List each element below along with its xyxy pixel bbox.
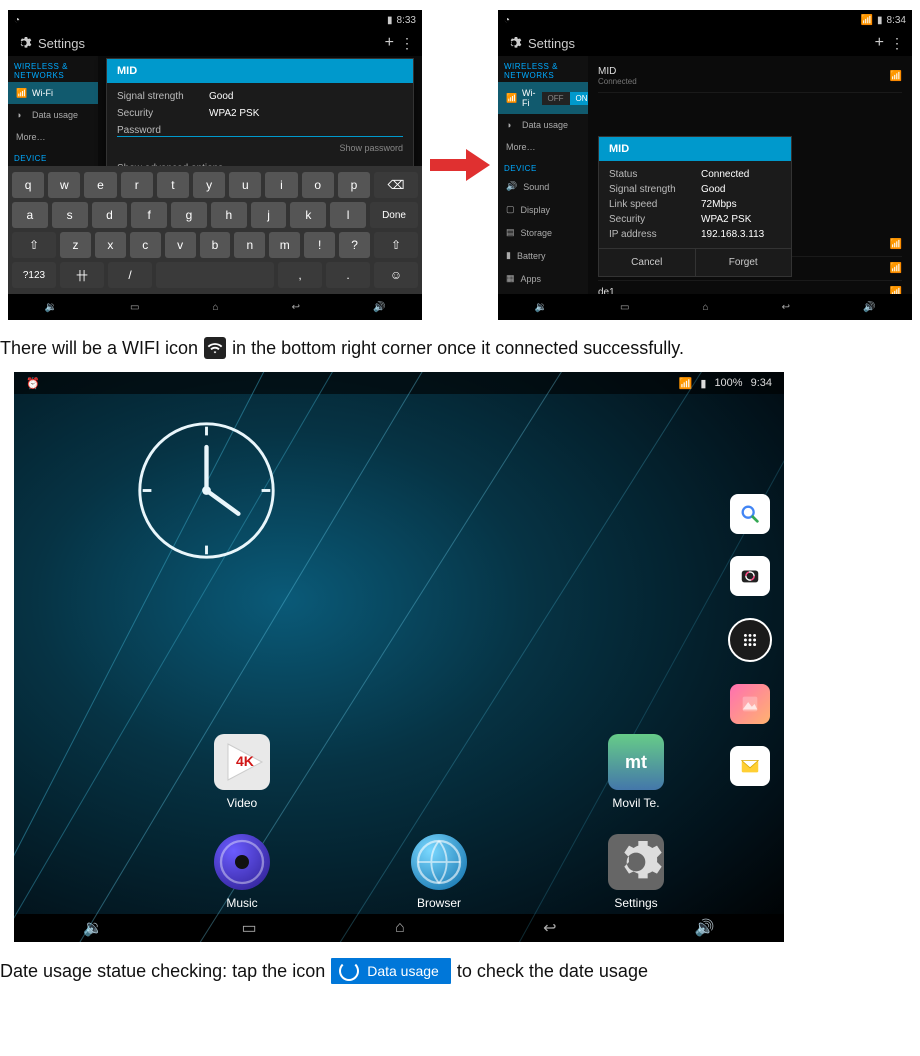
dock-mail-icon[interactable] — [730, 746, 770, 786]
nav-volume-up-icon[interactable]: 🔊 — [373, 302, 385, 313]
app-browser[interactable]: Browser — [401, 834, 477, 910]
nav-volume-down-icon[interactable]: 🔉 — [83, 918, 103, 938]
wifi-icon: 📶 — [679, 377, 693, 390]
data-usage-label: Data usage — [367, 962, 439, 981]
data-usage-paragraph: Date usage statue checking: tap the icon… — [0, 946, 920, 988]
svg-text:4K: 4K — [236, 753, 254, 769]
dock-gallery-icon[interactable] — [730, 684, 770, 724]
key-emoji[interactable]: ☺ — [374, 262, 418, 288]
wifi-signal-icon: 📶 — [890, 71, 902, 82]
settings-header: Settings + ⋮ — [8, 30, 422, 56]
nav-back-icon[interactable]: ↩ — [782, 302, 790, 313]
settings-wifi-password-screenshot: ◔ ▮8:33 Settings + ⋮ WIRELESS & NETWORKS… — [8, 10, 422, 320]
key-shift-right[interactable]: ⇧ — [374, 232, 418, 258]
cancel-button[interactable]: Cancel — [599, 249, 695, 276]
sidebar-item-more[interactable]: More… — [498, 136, 588, 158]
android-nav-bar: 🔉 ▭ ⌂ ↩ 🔊 — [498, 294, 912, 320]
forget-button[interactable]: Forget — [695, 249, 792, 276]
dock-camera-icon[interactable] — [730, 556, 770, 596]
nav-recents-icon[interactable]: ▭ — [130, 302, 139, 313]
android-nav-bar: 🔉 ▭ ⌂ ↩ 🔊 — [14, 914, 784, 942]
sidebar-item-more[interactable]: More… — [8, 126, 98, 148]
tablet-home-screenshot: ⏰ 📶 ▮ 100% 9:34 — [14, 372, 784, 942]
sidebar-item-apps[interactable]: ▦Apps — [498, 267, 588, 290]
analog-clock-widget[interactable] — [134, 418, 279, 563]
nav-home-icon[interactable]: ⌂ — [702, 302, 708, 313]
alarm-icon: ⏰ — [26, 377, 40, 390]
nav-back-icon[interactable]: ↩ — [292, 302, 300, 313]
sidebar-item-wifi[interactable]: 📶Wi-Fi OFFON — [498, 82, 588, 114]
nav-back-icon[interactable]: ↩ — [543, 918, 556, 938]
android-status-bar: ◔ ▮8:33 — [8, 10, 422, 30]
nav-volume-down-icon[interactable]: 🔉 — [535, 302, 547, 313]
nav-volume-up-icon[interactable]: 🔊 — [695, 918, 715, 938]
wifi-info-dialog: MID StatusConnected Signal strengthGood … — [598, 136, 792, 277]
key-backspace[interactable]: ⌫ — [374, 172, 418, 198]
key-space[interactable] — [156, 262, 274, 288]
onscreen-keyboard[interactable]: q w e r t y u i o p ⌫ a s d f g h j k — [8, 166, 422, 294]
sidebar-item-data-usage[interactable]: ◑Data usage — [498, 114, 588, 136]
red-arrow-icon — [430, 145, 490, 185]
sidebar-item-display[interactable]: ▢Display — [498, 198, 588, 221]
data-usage-button[interactable]: Data usage — [331, 958, 451, 984]
dock-column — [726, 494, 774, 786]
settings-sidebar: WIRELESS & NETWORKS 📶Wi-Fi OFFON ◑Data u… — [498, 56, 588, 294]
android-status-bar: ◔ 📶▮8:34 — [498, 10, 912, 30]
wifi-network-row[interactable]: de1📶 — [598, 281, 902, 294]
sidebar-item-location[interactable]: ◎Location — [498, 290, 588, 294]
add-icon[interactable]: + — [875, 34, 884, 52]
dock-apps-icon[interactable] — [728, 618, 772, 662]
key-shift[interactable]: ⇧ — [12, 232, 56, 258]
app-settings[interactable]: Settings — [598, 834, 674, 910]
wifi-network-row[interactable]: MID Connected 📶 — [598, 60, 902, 93]
battery-percent: 100% — [714, 377, 742, 389]
android-nav-bar: 🔉 ▭ ⌂ ↩ 🔊 — [8, 294, 422, 320]
app-music[interactable]: Music — [204, 834, 280, 910]
dock-search-icon[interactable] — [730, 494, 770, 534]
overflow-icon[interactable]: ⋮ — [400, 35, 414, 52]
nav-recents-icon[interactable]: ▭ — [242, 918, 257, 938]
key-done[interactable]: Done — [370, 202, 418, 228]
settings-title: Settings — [38, 36, 85, 51]
wifi-dialog-title: MID — [107, 59, 413, 83]
home-apps-row-2: Music Browser Settings — [204, 834, 674, 910]
key-numbers[interactable]: ?123 — [12, 262, 56, 288]
nav-recents-icon[interactable]: ▭ — [620, 302, 629, 313]
battery-icon: ▮ — [700, 377, 706, 390]
nav-home-icon[interactable]: ⌂ — [212, 302, 218, 313]
settings-wifi-connected-screenshot: ◔ 📶▮8:34 Settings + ⋮ WIRELESS & NETWORK… — [498, 10, 912, 320]
gear-icon — [16, 35, 32, 51]
home-status-bar: ⏰ 📶 ▮ 100% 9:34 — [14, 372, 784, 394]
nav-home-icon[interactable]: ⌂ — [395, 919, 405, 937]
nav-volume-up-icon[interactable]: 🔊 — [863, 302, 875, 313]
wifi-icon — [204, 337, 226, 359]
app-movil-te[interactable]: mt Movil Te. — [598, 734, 674, 810]
gear-icon — [506, 35, 522, 51]
sidebar-item-storage[interactable]: ▤Storage — [498, 221, 588, 244]
add-icon[interactable]: + — [385, 34, 394, 52]
wifi-icon-paragraph: There will be a WIFI icon in the bottom … — [0, 324, 920, 364]
clock-time: 9:34 — [751, 377, 772, 389]
sidebar-item-sound[interactable]: 🔊Sound — [498, 175, 588, 198]
data-usage-ring-icon — [339, 961, 359, 981]
sidebar-item-data-usage[interactable]: ◑Data usage — [8, 104, 98, 126]
overflow-icon[interactable]: ⋮ — [890, 35, 904, 52]
sidebar-item-wifi[interactable]: 📶Wi-Fi — [8, 82, 98, 104]
wifi-setup-figures: ◔ ▮8:33 Settings + ⋮ WIRELESS & NETWORKS… — [0, 0, 920, 324]
home-apps-row-1: 4K Video mt Movil Te. — [204, 734, 674, 810]
show-password-checkbox[interactable]: Show password — [117, 143, 403, 153]
password-input[interactable] — [117, 136, 403, 137]
app-video[interactable]: 4K Video — [204, 734, 280, 810]
nav-volume-down-icon[interactable]: 🔉 — [45, 302, 57, 313]
settings-header: Settings + ⋮ — [498, 30, 912, 56]
sidebar-item-battery[interactable]: ▮Battery — [498, 244, 588, 267]
key-q[interactable]: q — [12, 172, 44, 198]
